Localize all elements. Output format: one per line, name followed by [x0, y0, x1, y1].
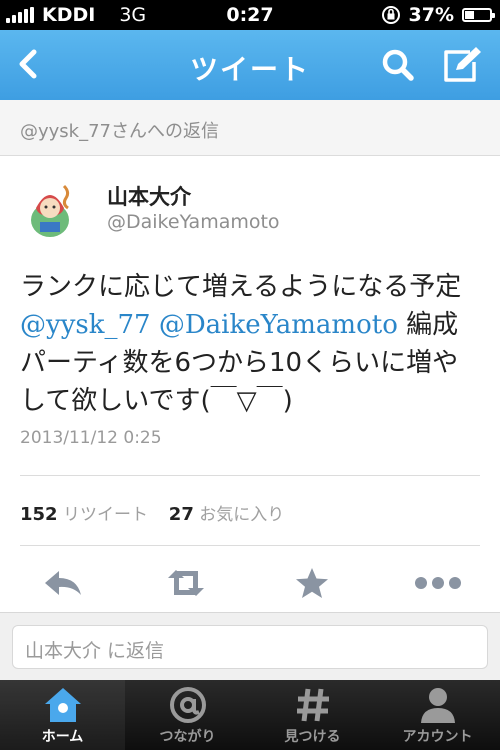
divider: [20, 545, 480, 546]
person-icon: [420, 688, 455, 723]
tweet-actions: [0, 555, 500, 610]
tab-account[interactable]: アカウント: [375, 680, 500, 750]
reply-bar: 山本大介 に返信: [0, 612, 500, 680]
avatar-image: [20, 178, 82, 240]
tweet-text-start: ランクに応じて増えるようになる予定: [20, 272, 462, 302]
author-handle[interactable]: @DaikeYamamoto: [107, 211, 280, 233]
tweet-stats: 152 リツイート 27 お気に入り: [20, 500, 284, 525]
tab-connect-label: つながり: [159, 729, 216, 745]
retweet-label[interactable]: リツイート: [63, 505, 148, 525]
reply-icon: [45, 570, 81, 595]
battery-percent: 37%: [408, 4, 454, 26]
tab-home[interactable]: ホーム: [0, 680, 125, 750]
tab-discover-label: 見つける: [284, 729, 341, 745]
tab-account-label: アカウント: [402, 729, 473, 745]
compose-icon[interactable]: [440, 44, 484, 86]
author-name[interactable]: 山本大介: [107, 181, 191, 211]
star-icon: [296, 567, 328, 598]
battery-icon: [462, 8, 495, 22]
favorite-button[interactable]: [282, 555, 342, 610]
retweet-button[interactable]: [156, 555, 216, 610]
mention-link-1[interactable]: @yysk_77: [20, 310, 151, 340]
tweet-text: ランクに応じて増えるようになる予定 @yysk_77 @DaikeYamamot…: [20, 268, 482, 420]
page-title: ツイート: [189, 53, 310, 86]
avatar[interactable]: [20, 178, 82, 240]
reply-context: @yysk_77さんへの返信: [0, 100, 500, 156]
tweet-timestamp: 2013/11/12 0:25: [20, 428, 162, 448]
more-icon: [415, 576, 461, 589]
reply-button[interactable]: [33, 555, 93, 610]
retweet-count[interactable]: 152: [20, 504, 58, 525]
divider: [20, 475, 480, 476]
mention-link-2[interactable]: @DaikeYamamoto: [159, 310, 398, 340]
reply-input[interactable]: 山本大介 に返信: [12, 625, 488, 669]
tab-connect[interactable]: つながり: [125, 680, 250, 750]
orientation-lock-icon: [381, 6, 400, 24]
nav-bar: ツイート: [0, 30, 500, 100]
favorite-label[interactable]: お気に入り: [199, 505, 284, 525]
reply-context-label: @yysk_77さんへの返信: [20, 121, 220, 142]
favorite-count[interactable]: 27: [169, 504, 194, 525]
tab-home-label: ホーム: [41, 729, 84, 745]
status-bar: KDDI 3G 0:27 37%: [0, 0, 500, 30]
hash-icon: [296, 688, 329, 722]
tab-bar: ホーム つながり 見つける アカウント: [0, 680, 500, 750]
retweet-icon: [168, 569, 204, 596]
more-button[interactable]: [408, 555, 468, 610]
search-icon[interactable]: [378, 45, 418, 85]
tab-discover[interactable]: 見つける: [250, 680, 375, 750]
home-icon: [44, 688, 81, 722]
at-icon: [169, 687, 206, 723]
